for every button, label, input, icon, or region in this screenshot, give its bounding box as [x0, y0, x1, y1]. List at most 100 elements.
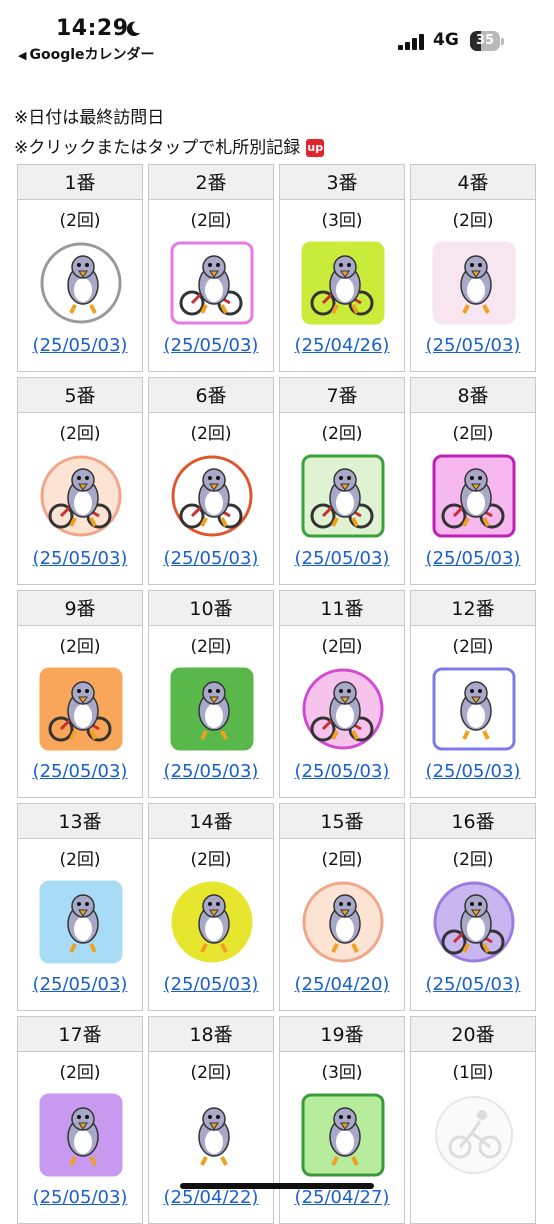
network-type: 4G	[433, 30, 459, 50]
temple-card[interactable]: 8番 (2回) (25/05/03)	[410, 377, 536, 585]
visit-count: (2回)	[190, 1063, 232, 1083]
last-visit-date-link[interactable]: (25/05/03)	[411, 761, 535, 782]
temple-card[interactable]: 20番 (1回)	[410, 1016, 536, 1224]
temple-number: 16番	[411, 804, 535, 839]
visit-count: (3回)	[321, 1063, 363, 1083]
note-last-visit: ※日付は最終訪問日	[14, 108, 165, 128]
last-visit-date-link[interactable]: (25/05/03)	[149, 335, 273, 356]
visit-count: (2回)	[452, 424, 494, 444]
visit-count: (2回)	[321, 850, 363, 870]
temple-number: 11番	[280, 591, 404, 626]
temple-number: 1番	[18, 165, 142, 200]
clock-time: 14:29	[56, 16, 129, 41]
back-app-label: Googleカレンダー	[29, 47, 155, 63]
penguin-bicycle-front-icon[interactable]	[301, 241, 385, 325]
temple-card[interactable]: 1番 (2回) (25/05/03)	[17, 164, 143, 372]
temple-card[interactable]: 10番 (2回) (25/05/03)	[148, 590, 274, 798]
status-bar: 14:29 ◀ Googleカレンダー 4G 35	[0, 0, 554, 66]
penguin-drinking-icon[interactable]	[39, 1093, 123, 1177]
penguin-bicycle-pump-icon[interactable]	[39, 667, 123, 751]
temple-card[interactable]: 9番 (2回) (25/05/03)	[17, 590, 143, 798]
last-visit-date-link[interactable]: (25/05/03)	[18, 974, 142, 995]
penguin-cooking-icon[interactable]	[39, 880, 123, 964]
temple-card[interactable]: 3番 (3回) (25/04/26)	[279, 164, 405, 372]
pilgrim-penguin-hat-icon[interactable]	[39, 241, 123, 325]
visit-count: (2回)	[59, 1063, 101, 1083]
temple-card[interactable]: 11番 (2回) (25/05/03)	[279, 590, 405, 798]
last-visit-date-link[interactable]: (25/04/22)	[149, 1187, 273, 1208]
battery-icon: 35	[470, 31, 504, 51]
temple-card[interactable]: 7番 (2回) (25/05/03)	[279, 377, 405, 585]
temple-number: 12番	[411, 591, 535, 626]
last-visit-date-link[interactable]: (25/05/03)	[18, 548, 142, 569]
note-tap-record-text: ※クリックまたはタップで札所別記録	[14, 138, 301, 158]
temple-card[interactable]: 4番 (2回) (25/05/03)	[410, 164, 536, 372]
last-visit-date-link[interactable]: (25/05/03)	[280, 761, 404, 782]
visit-count: (2回)	[321, 637, 363, 657]
temple-card[interactable]: 19番 (3回) (25/04/27)	[279, 1016, 405, 1224]
last-visit-date-link[interactable]: (25/05/03)	[411, 335, 535, 356]
temple-card[interactable]: 6番 (2回) (25/05/03)	[148, 377, 274, 585]
last-visit-date-link[interactable]: (25/05/03)	[411, 548, 535, 569]
penguin-towel-icon[interactable]	[301, 1093, 385, 1177]
last-visit-date-link[interactable]: (25/05/03)	[411, 974, 535, 995]
back-arrow-icon: ◀	[18, 49, 27, 62]
penguin-red-bicycle-icon[interactable]	[39, 454, 123, 538]
temple-card[interactable]: 17番 (2回) (25/05/03)	[17, 1016, 143, 1224]
penguin-bicycle-greenhouse-icon[interactable]	[301, 454, 385, 538]
temple-card[interactable]: 2番 (2回) (25/05/03)	[148, 164, 274, 372]
visit-count: (2回)	[190, 850, 232, 870]
festival-float-icon[interactable]	[301, 880, 385, 964]
temple-card[interactable]: 16番 (2回) (25/05/03)	[410, 803, 536, 1011]
temple-card[interactable]: 13番 (2回) (25/05/03)	[17, 803, 143, 1011]
last-visit-date-link[interactable]: (25/05/03)	[18, 1187, 142, 1208]
visit-count: (2回)	[452, 637, 494, 657]
temple-number: 9番	[18, 591, 142, 626]
note-tap-record: ※クリックまたはタップで札所別記録 up	[14, 133, 325, 158]
temple-number: 19番	[280, 1017, 404, 1052]
penguin-resting-grass-icon[interactable]	[170, 667, 254, 751]
penguin-bicycle-icon[interactable]	[170, 241, 254, 325]
last-visit-date-link[interactable]: (25/05/03)	[18, 335, 142, 356]
pilgrim-penguins-walking-icon[interactable]	[170, 1093, 254, 1177]
temple-number: 2番	[149, 165, 273, 200]
bicycle-placeholder-faded-icon[interactable]	[432, 1093, 516, 1177]
temple-card[interactable]: 15番 (2回) (25/04/20)	[279, 803, 405, 1011]
last-visit-date-link[interactable]: (25/05/03)	[149, 974, 273, 995]
penguin-udon-making-icon[interactable]	[170, 880, 254, 964]
temple-number: 15番	[280, 804, 404, 839]
temple-number: 6番	[149, 378, 273, 413]
penguin-bicycle-pink-icon[interactable]	[301, 667, 385, 751]
temple-number: 8番	[411, 378, 535, 413]
last-visit-date-link[interactable]: (25/05/03)	[149, 761, 273, 782]
up-badge-icon: up	[306, 139, 325, 157]
last-visit-date-link[interactable]: (25/05/03)	[18, 761, 142, 782]
temple-number: 18番	[149, 1017, 273, 1052]
temple-card[interactable]: 12番 (2回) (25/05/03)	[410, 590, 536, 798]
temple-card[interactable]: 14番 (2回) (25/05/03)	[148, 803, 274, 1011]
visit-count: (2回)	[452, 211, 494, 231]
temple-number: 13番	[18, 804, 142, 839]
penguin-bicycle-night-icon[interactable]	[432, 880, 516, 964]
penguin-helmet-rock-icon[interactable]	[432, 667, 516, 751]
last-visit-date-link[interactable]: (25/04/20)	[280, 974, 404, 995]
penguin-helmet-bicycle-icon[interactable]	[432, 454, 516, 538]
home-indicator[interactable]	[180, 1183, 374, 1189]
last-visit-date-link[interactable]: (25/04/27)	[280, 1187, 404, 1208]
visit-count: (2回)	[321, 424, 363, 444]
temple-card[interactable]: 5番 (2回) (25/05/03)	[17, 377, 143, 585]
cellular-signal-icon	[398, 34, 426, 50]
penguin-riding-bicycle-icon[interactable]	[170, 454, 254, 538]
visit-count: (3回)	[321, 211, 363, 231]
last-visit-date-link[interactable]: (25/04/26)	[280, 335, 404, 356]
back-to-app-link[interactable]: ◀ Googleカレンダー	[18, 44, 155, 64]
temple-number: 14番	[149, 804, 273, 839]
last-visit-date-link[interactable]: (25/05/03)	[149, 548, 273, 569]
last-visit-date-link[interactable]: (25/05/03)	[280, 548, 404, 569]
temple-card[interactable]: 18番 (2回) (25/04/22)	[148, 1016, 274, 1224]
penguin-cherry-blossom-icon[interactable]	[432, 241, 516, 325]
visit-count: (2回)	[190, 211, 232, 231]
temple-number: 20番	[411, 1017, 535, 1052]
temple-number: 5番	[18, 378, 142, 413]
visit-count: (2回)	[190, 424, 232, 444]
